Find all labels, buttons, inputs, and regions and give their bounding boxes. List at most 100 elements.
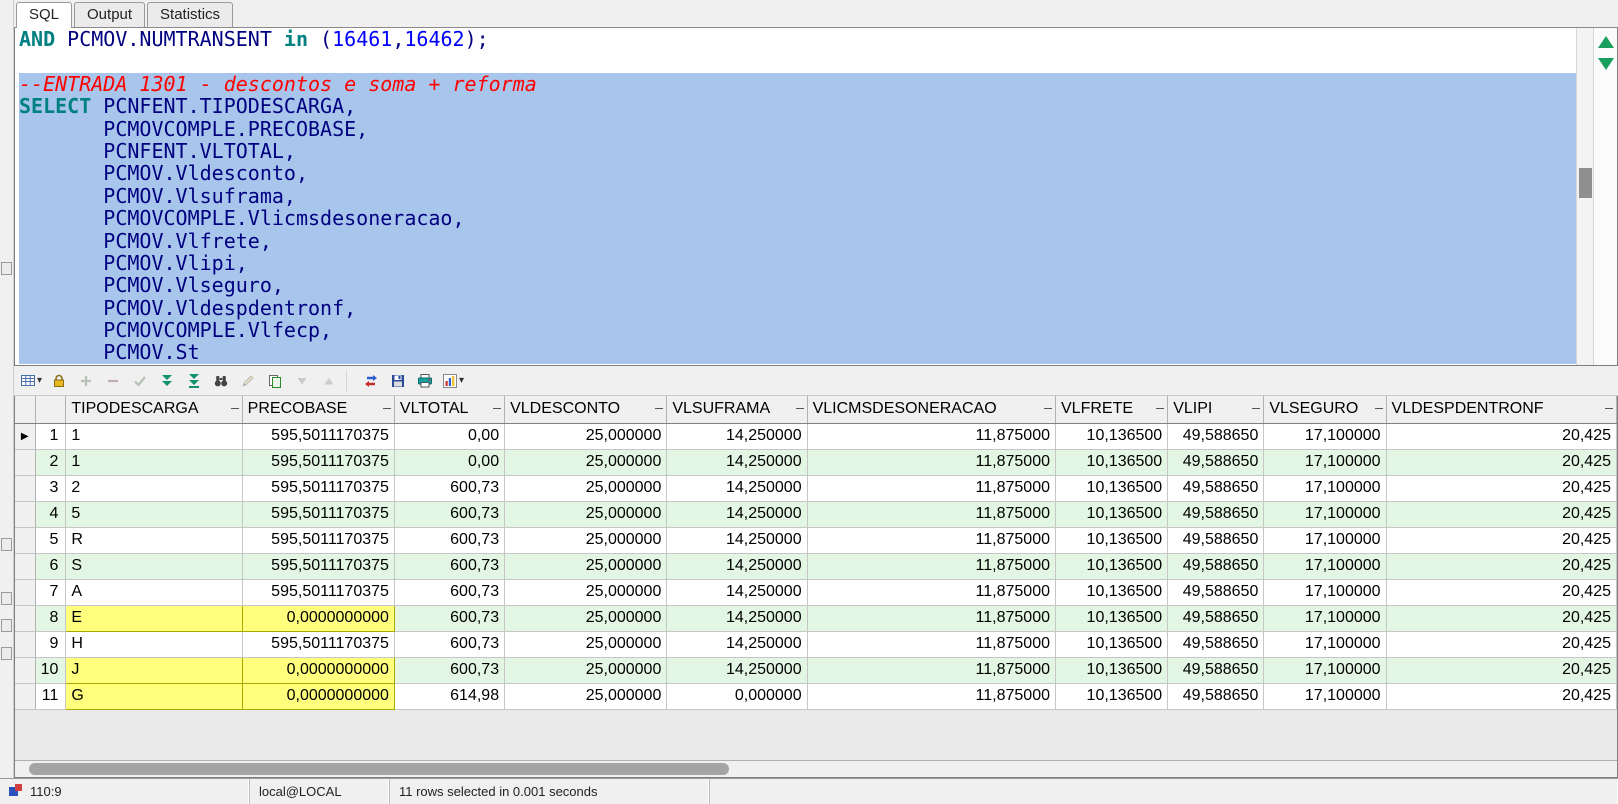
cell-vlfrete[interactable]: 10,136500 xyxy=(1055,501,1169,528)
splitter-grip[interactable] xyxy=(1,538,12,551)
cell-vldesconto[interactable]: 25,000000 xyxy=(504,605,668,632)
row-number[interactable]: 9 xyxy=(35,631,67,658)
row-marker[interactable] xyxy=(15,501,36,528)
cell-vltotal[interactable]: 600,73 xyxy=(394,527,506,554)
cell-vlicmsdesoneracao[interactable]: 11,875000 xyxy=(807,423,1057,450)
previous-statement-icon[interactable] xyxy=(1597,36,1614,48)
cell-vldesconto[interactable]: 25,000000 xyxy=(504,527,668,554)
splitter-grip[interactable] xyxy=(1,262,12,275)
cell-vltotal[interactable]: 600,73 xyxy=(394,631,506,658)
cell-vlsuframa[interactable]: 14,250000 xyxy=(666,631,808,658)
cell-vldespdentronf[interactable]: 20,425 xyxy=(1386,657,1617,684)
cell-vltotal[interactable]: 600,73 xyxy=(394,605,506,632)
editor-line[interactable]: PCMOV.Vldespdentronf, xyxy=(19,296,1576,320)
cell-precobase[interactable]: 595,5011170375 xyxy=(242,579,395,606)
splitter-grip[interactable] xyxy=(1,592,12,605)
editor-line[interactable]: PCMOV.Vldesconto, xyxy=(19,162,1576,185)
editor-line[interactable]: PCNFENT.VLTOTAL, xyxy=(19,140,1576,163)
delete-record-button[interactable] xyxy=(101,369,125,393)
cell-vlipi[interactable]: 49,588650 xyxy=(1167,553,1265,580)
row-number[interactable]: 3 xyxy=(35,475,67,502)
cell-precobase[interactable]: 595,5011170375 xyxy=(242,449,395,476)
cell-tipodescarga[interactable]: 2 xyxy=(65,475,243,502)
column-header-vlipi[interactable]: VLIPI xyxy=(1167,396,1265,424)
scrollbar-thumb[interactable] xyxy=(29,763,729,775)
insert-record-button[interactable] xyxy=(74,369,98,393)
cell-vlipi[interactable]: 49,588650 xyxy=(1167,501,1265,528)
cell-vldespdentronf[interactable]: 20,425 xyxy=(1386,501,1617,528)
cell-vltotal[interactable]: 600,73 xyxy=(394,475,506,502)
cell-vlsuframa[interactable]: 14,250000 xyxy=(666,423,808,450)
cell-vldesconto[interactable]: 25,000000 xyxy=(504,501,668,528)
save-results-button[interactable] xyxy=(386,369,410,393)
cell-precobase[interactable]: 0,0000000000 xyxy=(241,682,395,710)
cell-vlipi[interactable]: 49,588650 xyxy=(1167,605,1265,632)
column-resize-handle[interactable] xyxy=(1605,408,1613,409)
editor-line[interactable]: AND PCMOV.NUMTRANSENT in (16461,16462); xyxy=(19,28,1576,50)
cell-vlicmsdesoneracao[interactable]: 11,875000 xyxy=(807,475,1057,502)
column-resize-handle[interactable] xyxy=(1156,408,1165,409)
cell-vlseguro[interactable]: 17,100000 xyxy=(1263,475,1387,502)
cell-vlseguro[interactable]: 17,100000 xyxy=(1263,605,1387,632)
cell-vltotal[interactable]: 600,73 xyxy=(394,579,506,606)
cell-tipodescarga[interactable]: H xyxy=(65,631,243,658)
editor-line[interactable]: SELECT PCNFENT.TIPODESCARGA, xyxy=(19,95,1576,118)
splitter-grip[interactable] xyxy=(1,647,12,660)
grid-hscrollbar[interactable] xyxy=(15,760,1617,777)
column-header-vldespdentronf[interactable]: VLDESPDENTRONF xyxy=(1386,396,1617,424)
cell-vltotal[interactable]: 600,73 xyxy=(394,501,506,528)
post-record-button[interactable] xyxy=(128,369,152,393)
cell-tipodescarga[interactable]: 5 xyxy=(65,501,243,528)
row-number[interactable]: 11 xyxy=(35,683,67,710)
editor-line[interactable]: PCMOVCOMPLE.Vlicmsdesoneracao, xyxy=(19,207,1576,230)
editor-line[interactable] xyxy=(19,50,1576,72)
editor-line[interactable]: PCMOV.Vlsuframa, xyxy=(19,185,1576,208)
cell-vlicmsdesoneracao[interactable]: 11,875000 xyxy=(807,449,1057,476)
column-header-vlsuframa[interactable]: VLSUFRAMA xyxy=(666,396,808,424)
row-number[interactable]: 2 xyxy=(35,449,67,476)
scrollbar-thumb[interactable] xyxy=(1579,168,1592,198)
cell-vlseguro[interactable]: 17,100000 xyxy=(1263,657,1387,684)
cell-vlsuframa[interactable]: 14,250000 xyxy=(666,605,808,632)
cell-vlseguro[interactable]: 17,100000 xyxy=(1263,631,1387,658)
cell-vldespdentronf[interactable]: 20,425 xyxy=(1386,527,1617,554)
cell-vldesconto[interactable]: 25,000000 xyxy=(504,657,668,684)
cell-vlfrete[interactable]: 10,136500 xyxy=(1055,631,1169,658)
cell-vlfrete[interactable]: 10,136500 xyxy=(1055,579,1169,606)
cell-vlseguro[interactable]: 17,100000 xyxy=(1263,501,1387,528)
cell-vlipi[interactable]: 49,588650 xyxy=(1167,475,1265,502)
cell-vlseguro[interactable]: 17,100000 xyxy=(1263,579,1387,606)
cell-tipodescarga[interactable]: G xyxy=(65,682,243,710)
column-resize-handle[interactable] xyxy=(1252,408,1261,409)
cell-vlicmsdesoneracao[interactable]: 11,875000 xyxy=(807,683,1057,710)
cell-vltotal[interactable]: 0,00 xyxy=(394,423,506,450)
cell-vlsuframa[interactable]: 14,250000 xyxy=(666,579,808,606)
cell-vlseguro[interactable]: 17,100000 xyxy=(1263,449,1387,476)
copy-results-button[interactable] xyxy=(263,369,287,393)
editor-line[interactable]: PCMOV.St xyxy=(19,341,1576,364)
cell-vltotal[interactable]: 600,73 xyxy=(394,657,506,684)
cell-vlsuframa[interactable]: 14,250000 xyxy=(666,475,808,502)
cell-vlfrete[interactable]: 10,136500 xyxy=(1055,527,1169,554)
column-header-vlseguro[interactable]: VLSEGURO xyxy=(1263,396,1387,424)
cell-vlicmsdesoneracao[interactable]: 11,875000 xyxy=(807,501,1057,528)
cell-precobase[interactable]: 595,5011170375 xyxy=(242,475,395,502)
column-header-vltotal[interactable]: VLTOTAL xyxy=(394,396,506,424)
column-resize-handle[interactable] xyxy=(655,408,664,409)
cell-vldesconto[interactable]: 25,000000 xyxy=(504,579,668,606)
cell-vlipi[interactable]: 49,588650 xyxy=(1167,579,1265,606)
cell-vldespdentronf[interactable]: 20,425 xyxy=(1386,475,1617,502)
cell-vlipi[interactable]: 49,588650 xyxy=(1167,527,1265,554)
column-resize-handle[interactable] xyxy=(382,408,391,409)
cell-tipodescarga[interactable]: 1 xyxy=(65,449,243,476)
editor-line[interactable]: PCMOV.Vlipi, xyxy=(19,252,1576,275)
row-number[interactable]: 5 xyxy=(35,527,67,554)
tab-output[interactable]: Output xyxy=(74,2,146,27)
cell-vlsuframa[interactable]: 14,250000 xyxy=(666,657,808,684)
cell-vldespdentronf[interactable]: 20,425 xyxy=(1386,423,1617,450)
cell-precobase[interactable]: 595,5011170375 xyxy=(242,631,395,658)
cell-tipodescarga[interactable]: R xyxy=(65,527,243,554)
cell-vlsuframa[interactable]: 14,250000 xyxy=(666,449,808,476)
row-number[interactable]: 7 xyxy=(35,579,67,606)
cell-vldespdentronf[interactable]: 20,425 xyxy=(1386,631,1617,658)
